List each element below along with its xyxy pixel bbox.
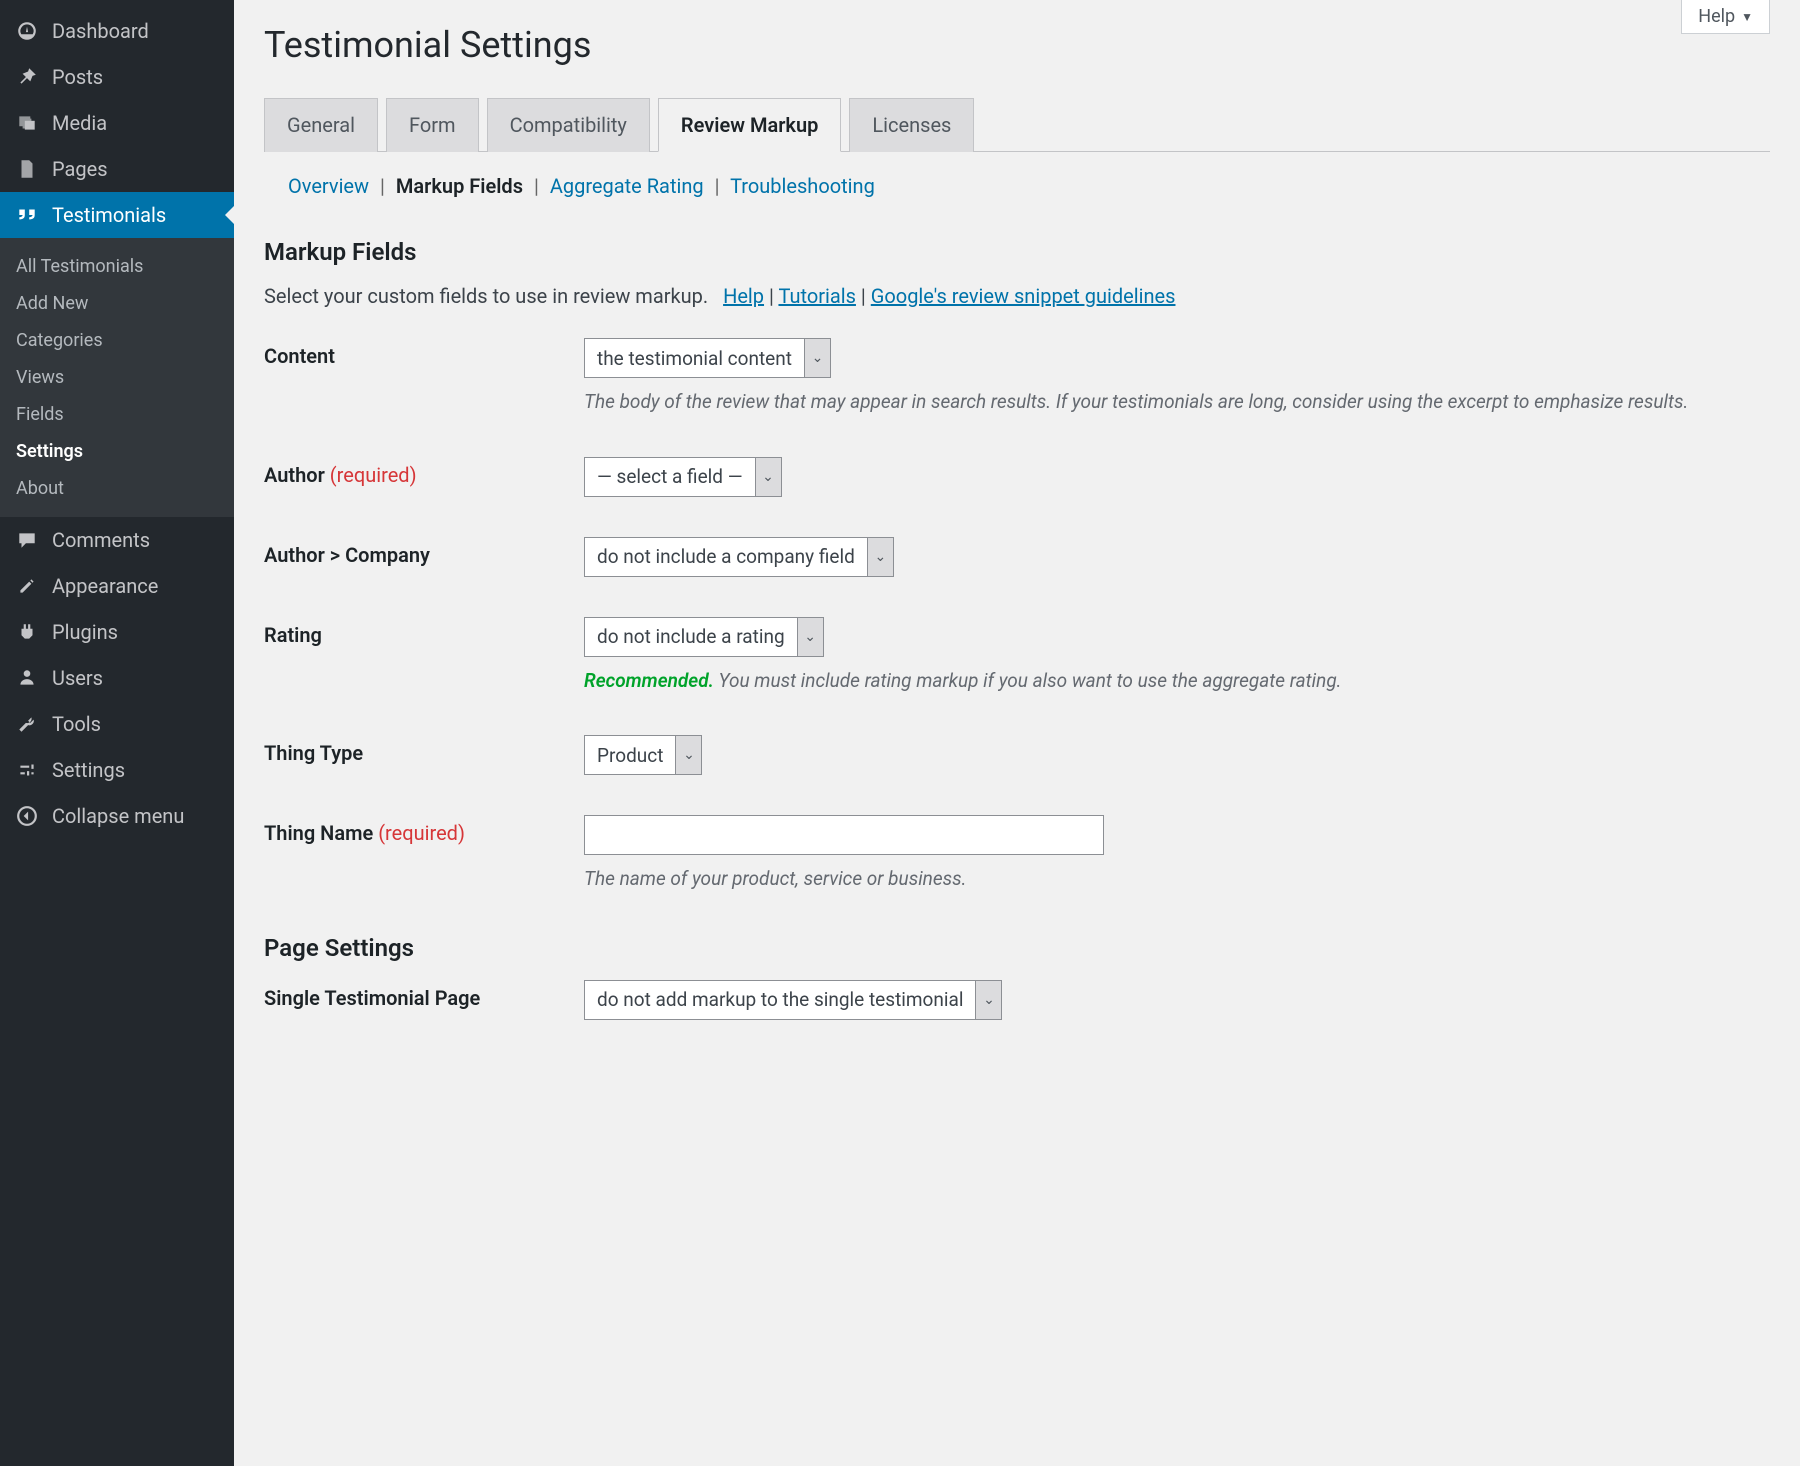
link-help[interactable]: Help [723, 284, 764, 308]
chevron-down-icon: ▼ [1741, 10, 1753, 24]
sidebar-item-plugins[interactable]: Plugins [0, 609, 234, 655]
pages-icon [14, 156, 40, 182]
section-intro: Select your custom fields to use in revi… [264, 284, 1770, 308]
admin-sidebar: Dashboard Posts Media Pages Testimonials… [0, 0, 234, 1466]
plugin-icon [14, 619, 40, 645]
collapse-icon [14, 803, 40, 829]
sidebar-item-label: Dashboard [52, 19, 149, 43]
field-row-content: Content the testimonial content ⌄ The bo… [264, 338, 1770, 417]
sidebar-item-testimonials[interactable]: Testimonials [0, 192, 234, 238]
sidebar-item-label: Comments [52, 528, 150, 552]
sidebar-item-posts[interactable]: Posts [0, 54, 234, 100]
main-content: Help ▼ Testimonial Settings General Form… [234, 0, 1800, 1466]
sidebar-item-comments[interactable]: Comments [0, 517, 234, 563]
thing-type-select[interactable]: Product ⌄ [584, 735, 702, 775]
sidebar-item-label: Tools [52, 712, 101, 736]
submenu-item-about[interactable]: About [0, 470, 234, 507]
single-page-select[interactable]: do not add markup to the single testimon… [584, 980, 1002, 1020]
sidebar-item-label: Appearance [52, 574, 158, 598]
field-label: Thing Type [264, 735, 584, 765]
sidebar-item-label: Pages [52, 157, 108, 181]
sidebar-item-appearance[interactable]: Appearance [0, 563, 234, 609]
user-icon [14, 665, 40, 691]
help-tab-label: Help [1698, 6, 1735, 27]
submenu-item-views[interactable]: Views [0, 359, 234, 396]
media-icon [14, 110, 40, 136]
sidebar-item-label: Media [52, 111, 107, 135]
tool-icon [14, 711, 40, 737]
sidebar-item-tools[interactable]: Tools [0, 701, 234, 747]
link-guidelines[interactable]: Google's review snippet guidelines [871, 284, 1176, 308]
chevron-down-icon: ⌄ [867, 538, 893, 576]
field-row-thing-type: Thing Type Product ⌄ [264, 735, 1770, 775]
appearance-icon [14, 573, 40, 599]
link-tutorials[interactable]: Tutorials [778, 284, 856, 308]
comment-icon [14, 527, 40, 553]
author-select[interactable]: — select a field — ⌄ [584, 457, 782, 497]
thing-name-input[interactable] [584, 815, 1104, 855]
settings-icon [14, 757, 40, 783]
field-label: Thing Name (required) [264, 815, 584, 845]
sidebar-item-media[interactable]: Media [0, 100, 234, 146]
submenu-item-fields[interactable]: Fields [0, 396, 234, 433]
sidebar-item-settings[interactable]: Settings [0, 747, 234, 793]
tab-row: General Form Compatibility Review Markup… [264, 98, 1770, 152]
submenu-item-settings[interactable]: Settings [0, 433, 234, 470]
help-tab[interactable]: Help ▼ [1681, 0, 1770, 34]
sidebar-item-label: Settings [52, 758, 125, 782]
sidebar-item-label: Plugins [52, 620, 118, 644]
field-description: The name of your product, service or bus… [584, 865, 1770, 894]
chevron-down-icon: ⌄ [797, 618, 823, 656]
submenu-item-all-testimonials[interactable]: All Testimonials [0, 248, 234, 285]
tab-general[interactable]: General [264, 98, 378, 152]
dashboard-icon [14, 18, 40, 44]
field-label: Author (required) [264, 457, 584, 487]
quote-icon [14, 202, 40, 228]
field-row-thing-name: Thing Name (required) The name of your p… [264, 815, 1770, 894]
sidebar-item-label: Posts [52, 65, 103, 89]
sidebar-item-collapse[interactable]: Collapse menu [0, 793, 234, 839]
rating-select[interactable]: do not include a rating ⌄ [584, 617, 824, 657]
content-select[interactable]: the testimonial content ⌄ [584, 338, 831, 378]
sidebar-item-pages[interactable]: Pages [0, 146, 234, 192]
field-row-rating: Rating do not include a rating ⌄ Recomme… [264, 617, 1770, 696]
pin-icon [14, 64, 40, 90]
section-title-page-settings: Page Settings [264, 934, 1770, 962]
tab-form[interactable]: Form [386, 98, 479, 152]
chevron-down-icon: ⌄ [804, 339, 830, 377]
field-row-author: Author (required) — select a field — ⌄ [264, 457, 1770, 497]
section-title-markup-fields: Markup Fields [264, 238, 1770, 266]
field-description: Recommended. You must include rating mar… [584, 667, 1770, 696]
submenu-item-add-new[interactable]: Add New [0, 285, 234, 322]
field-row-single-page: Single Testimonial Page do not add marku… [264, 980, 1770, 1020]
chevron-down-icon: ⌄ [675, 736, 701, 774]
submenu-item-categories[interactable]: Categories [0, 322, 234, 359]
tab-licenses[interactable]: Licenses [849, 98, 974, 152]
field-label: Author > Company [264, 537, 584, 567]
subnav: Overview | Markup Fields | Aggregate Rat… [264, 152, 1770, 208]
subnav-markup-fields[interactable]: Markup Fields [396, 174, 523, 198]
chevron-down-icon: ⌄ [975, 981, 1001, 1019]
sidebar-item-dashboard[interactable]: Dashboard [0, 8, 234, 54]
chevron-down-icon: ⌄ [755, 458, 781, 496]
subnav-aggregate-rating[interactable]: Aggregate Rating [550, 174, 704, 198]
tab-review-markup[interactable]: Review Markup [658, 98, 841, 152]
page-title: Testimonial Settings [264, 0, 1770, 98]
field-label: Single Testimonial Page [264, 980, 584, 1010]
field-row-author-company: Author > Company do not include a compan… [264, 537, 1770, 577]
field-label: Rating [264, 617, 584, 647]
subnav-overview[interactable]: Overview [288, 174, 369, 198]
sidebar-item-label: Collapse menu [52, 804, 184, 828]
sidebar-item-users[interactable]: Users [0, 655, 234, 701]
author-company-select[interactable]: do not include a company field ⌄ [584, 537, 894, 577]
field-description: The body of the review that may appear i… [584, 388, 1770, 417]
subnav-troubleshooting[interactable]: Troubleshooting [730, 174, 875, 198]
tab-compatibility[interactable]: Compatibility [487, 98, 650, 152]
field-label: Content [264, 338, 584, 368]
sidebar-submenu: All Testimonials Add New Categories View… [0, 238, 234, 517]
sidebar-item-label: Testimonials [52, 203, 166, 227]
sidebar-item-label: Users [52, 666, 103, 690]
